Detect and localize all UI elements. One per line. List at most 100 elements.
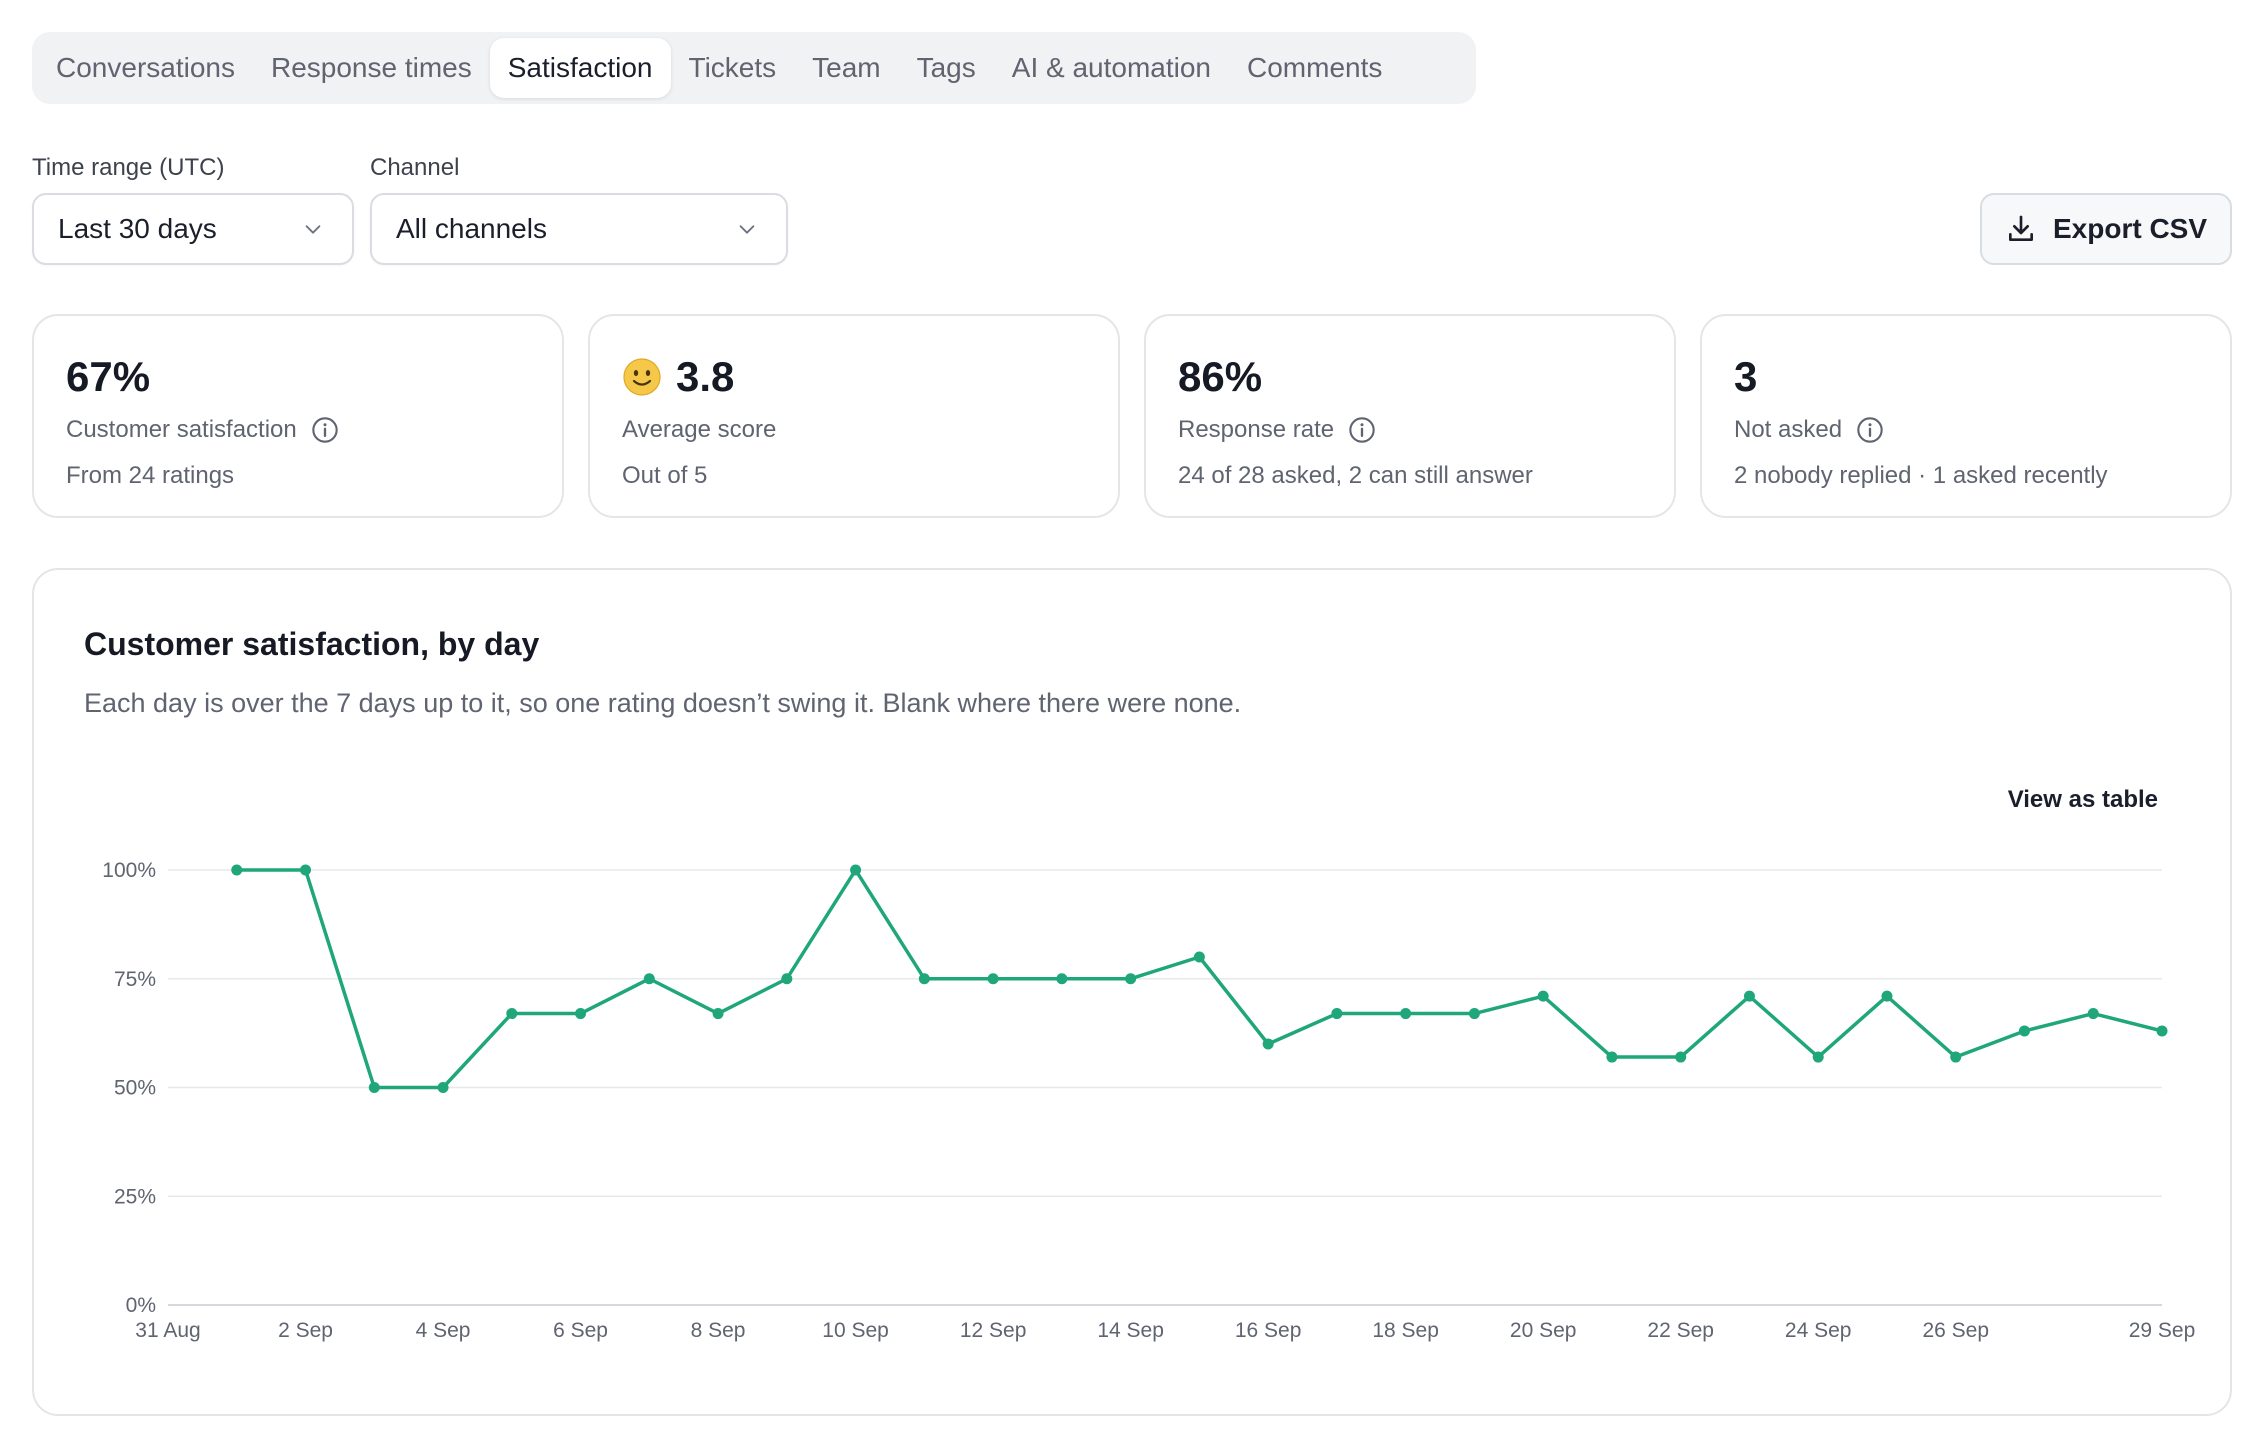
data-point[interactable] (2018, 1025, 2030, 1037)
stat-value: 67% (66, 353, 151, 400)
stat-label: Average score (622, 416, 777, 443)
chevron-down-icon (739, 225, 755, 234)
y-tick-label: 50% (114, 1077, 156, 1100)
data-point[interactable] (712, 1008, 724, 1020)
stat-value: 3.8 (676, 353, 735, 400)
stat-subtext: Out of 5 (622, 462, 708, 489)
x-tick-label: 29 Sep (2129, 1319, 2196, 1342)
export-csv-button[interactable]: Export CSV (1980, 193, 2232, 265)
tab-tags[interactable]: Tags (899, 38, 994, 98)
time-range-select[interactable]: Last 30 days (32, 193, 354, 265)
tab-conversations[interactable]: Conversations (38, 38, 253, 98)
stat-value-row: 86% (1178, 352, 1642, 402)
stat-subtext: From 24 ratings (66, 462, 235, 489)
data-point[interactable] (1950, 1051, 1962, 1063)
info-icon[interactable] (1348, 416, 1376, 444)
stat-label: Not asked (1734, 416, 1843, 443)
channel-value: All channels (396, 213, 547, 244)
x-tick-label: 4 Sep (416, 1319, 471, 1342)
x-tick-label: 24 Sep (1785, 1319, 1852, 1342)
stat-label: Response rate (1178, 416, 1335, 443)
stat-value: 86% (1178, 353, 1263, 400)
data-point[interactable] (1262, 1038, 1274, 1050)
info-icon[interactable] (311, 416, 339, 444)
x-tick-label: 31 Aug (135, 1319, 200, 1342)
time-range-value: Last 30 days (58, 213, 217, 244)
time-range-label: Time range (UTC) (32, 154, 225, 181)
tab-response-times[interactable]: Response times (253, 38, 490, 98)
satisfaction-chart-card: 0% 25% 50% 75% 100% 31 Aug 2 Sep 4 Sep 6 Sep 8 Se… (32, 568, 2232, 1416)
tab-team[interactable]: Team (794, 38, 898, 98)
data-point[interactable] (1881, 990, 1893, 1002)
chart-title: Customer satisfaction, by day (84, 626, 540, 662)
stat-card: 3 Not asked 2 nobody replied · 1 asked rec… (1700, 314, 2232, 518)
export-csv-label: Export CSV (2052, 213, 2208, 244)
stat-card: 3.8 Average score Out of 5 (588, 314, 1120, 518)
data-point[interactable] (231, 864, 243, 876)
data-point[interactable] (1537, 990, 1549, 1002)
x-tick-label: 14 Sep (1097, 1319, 1164, 1342)
stat-label-row: Not asked (1734, 416, 2198, 444)
x-tick-label: 22 Sep (1647, 1319, 1714, 1342)
data-point[interactable] (2087, 1008, 2099, 1020)
stat-value-row: 3 (1734, 352, 2198, 402)
data-point[interactable] (1125, 973, 1137, 985)
data-point[interactable] (1331, 1008, 1343, 1020)
y-tick-label: 25% (114, 1185, 156, 1208)
tab-ai-automation[interactable]: AI & automation (994, 38, 1229, 98)
stat-value-row: 67% (66, 352, 530, 402)
chart-subtitle: Each day is over the 7 days up to it, so… (84, 688, 1242, 718)
smiley-face-icon (623, 358, 661, 396)
data-point[interactable] (1193, 951, 1205, 963)
download-icon (2008, 215, 2033, 241)
chevron-down-icon (305, 225, 321, 234)
stat-card: 67% Customer satisfaction From 24 ratings (32, 314, 564, 518)
y-tick-label: 0% (126, 1294, 156, 1317)
y-tick-label: 100% (102, 859, 156, 882)
data-point[interactable] (1468, 1008, 1480, 1020)
report-tabs: Conversations Response times Satisfaction T… (32, 32, 1476, 104)
data-point[interactable] (987, 973, 999, 985)
stat-label-row: Customer satisfaction (66, 416, 530, 444)
tab-satisfaction[interactable]: Satisfaction (489, 38, 671, 98)
data-point[interactable] (1812, 1051, 1824, 1063)
data-point[interactable] (575, 1008, 587, 1020)
stat-value-row: 3.8 (622, 352, 1086, 402)
x-tick-label: 18 Sep (1372, 1319, 1439, 1342)
stat-label-row: Average score (622, 416, 1086, 444)
tab-tickets[interactable]: Tickets (671, 38, 795, 98)
x-tick-label: 10 Sep (822, 1319, 889, 1342)
x-tick-label: 16 Sep (1235, 1319, 1302, 1342)
stat-subtext: 2 nobody replied · 1 asked recently (1734, 462, 2108, 489)
data-point[interactable] (781, 973, 793, 985)
data-point[interactable] (1400, 1008, 1412, 1020)
x-tick-label: 26 Sep (1922, 1319, 1989, 1342)
x-tick-label: 20 Sep (1510, 1319, 1577, 1342)
stat-card: 86% Response rate 24 of 28 asked, 2 can st… (1144, 314, 1676, 518)
x-tick-label: 2 Sep (278, 1319, 333, 1342)
data-point[interactable] (643, 973, 655, 985)
view-as-table-link[interactable]: View as table (2008, 786, 2158, 814)
x-tick-label: 12 Sep (960, 1319, 1027, 1342)
stat-subtext: 24 of 28 asked, 2 can still answer (1178, 462, 1533, 489)
data-point[interactable] (1606, 1051, 1618, 1063)
data-point[interactable] (2156, 1025, 2168, 1037)
info-icon[interactable] (1856, 416, 1884, 444)
channel-select[interactable]: All channels (370, 193, 788, 265)
data-point[interactable] (1056, 973, 1068, 985)
data-point[interactable] (918, 973, 930, 985)
data-point[interactable] (1743, 990, 1755, 1002)
data-point[interactable] (368, 1082, 380, 1093)
tab-comments[interactable]: Comments (1229, 38, 1400, 98)
stat-label-row: Response rate (1178, 416, 1642, 444)
data-point[interactable] (437, 1082, 449, 1093)
y-tick-label: 75% (114, 968, 156, 991)
x-tick-label: 8 Sep (691, 1319, 746, 1342)
data-point[interactable] (300, 864, 312, 876)
stat-value: 3 (1734, 353, 1758, 400)
channel-label: Channel (370, 154, 460, 181)
data-point[interactable] (506, 1008, 518, 1020)
data-point[interactable] (1675, 1051, 1687, 1063)
data-point[interactable] (850, 864, 862, 876)
stat-label: Customer satisfaction (66, 416, 297, 443)
